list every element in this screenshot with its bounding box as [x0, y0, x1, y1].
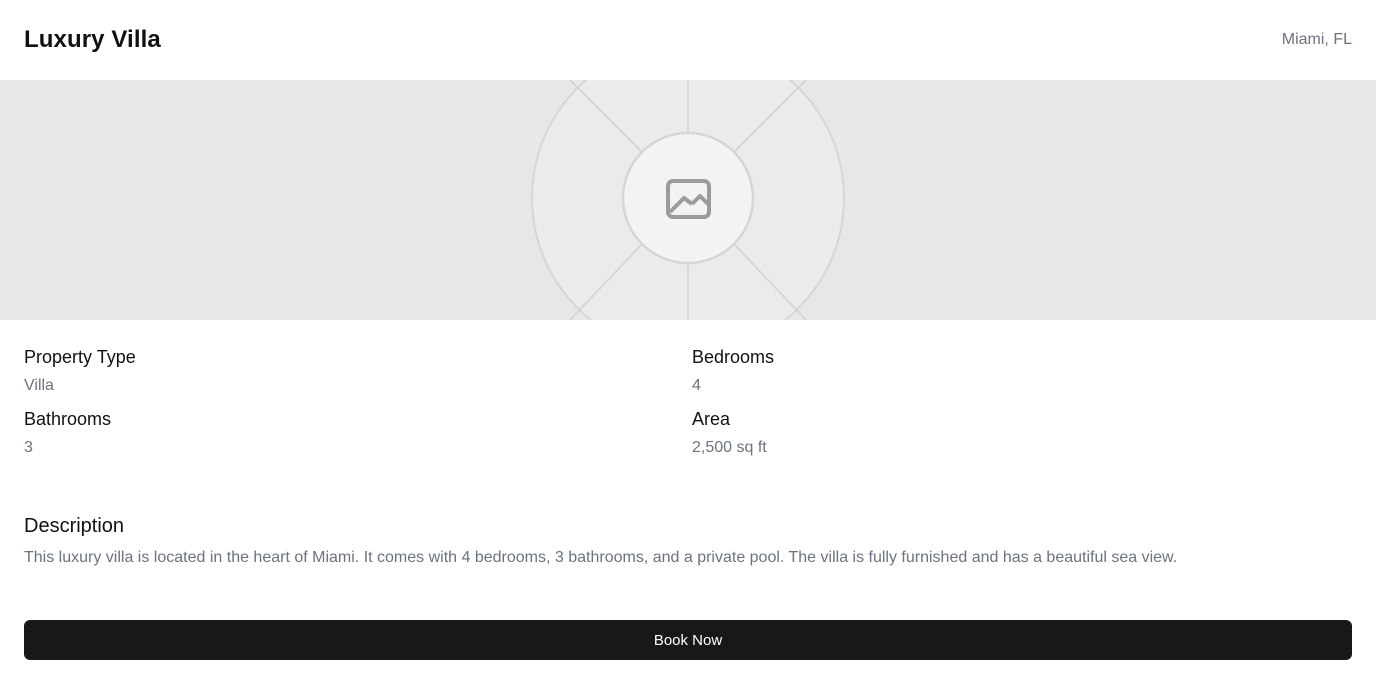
detail-label: Bedrooms [692, 347, 775, 367]
property-details: Property Type Villa Bedrooms 4 Bathrooms… [24, 344, 1352, 458]
property-title: Luxury Villa [24, 26, 161, 53]
description-section: Description This luxury villa is located… [24, 512, 1352, 570]
property-image [0, 80, 1376, 320]
detail-label: Bathrooms [24, 409, 112, 429]
detail-area: Area 2,500 sq ft [692, 406, 1352, 458]
property-location: Miami, FL [1281, 31, 1352, 48]
book-now-button[interactable]: Book Now [24, 620, 1352, 660]
detail-bathrooms: Bathrooms 3 [24, 406, 692, 458]
detail-label: Property Type [24, 347, 136, 367]
image-placeholder [470, 80, 906, 320]
detail-bedrooms: Bedrooms 4 [692, 344, 1352, 396]
page-header: Luxury Villa Miami, FL [0, 0, 1376, 80]
detail-property-type: Property Type Villa [24, 344, 692, 396]
description-text: This luxury villa is located in the hear… [24, 549, 1178, 566]
detail-label: Area [692, 409, 731, 429]
description-heading: Description [24, 515, 125, 537]
detail-value: Villa [24, 377, 54, 394]
detail-value: 2,500 sq ft [692, 439, 767, 456]
detail-value: 3 [24, 439, 33, 456]
detail-value: 4 [692, 377, 701, 394]
